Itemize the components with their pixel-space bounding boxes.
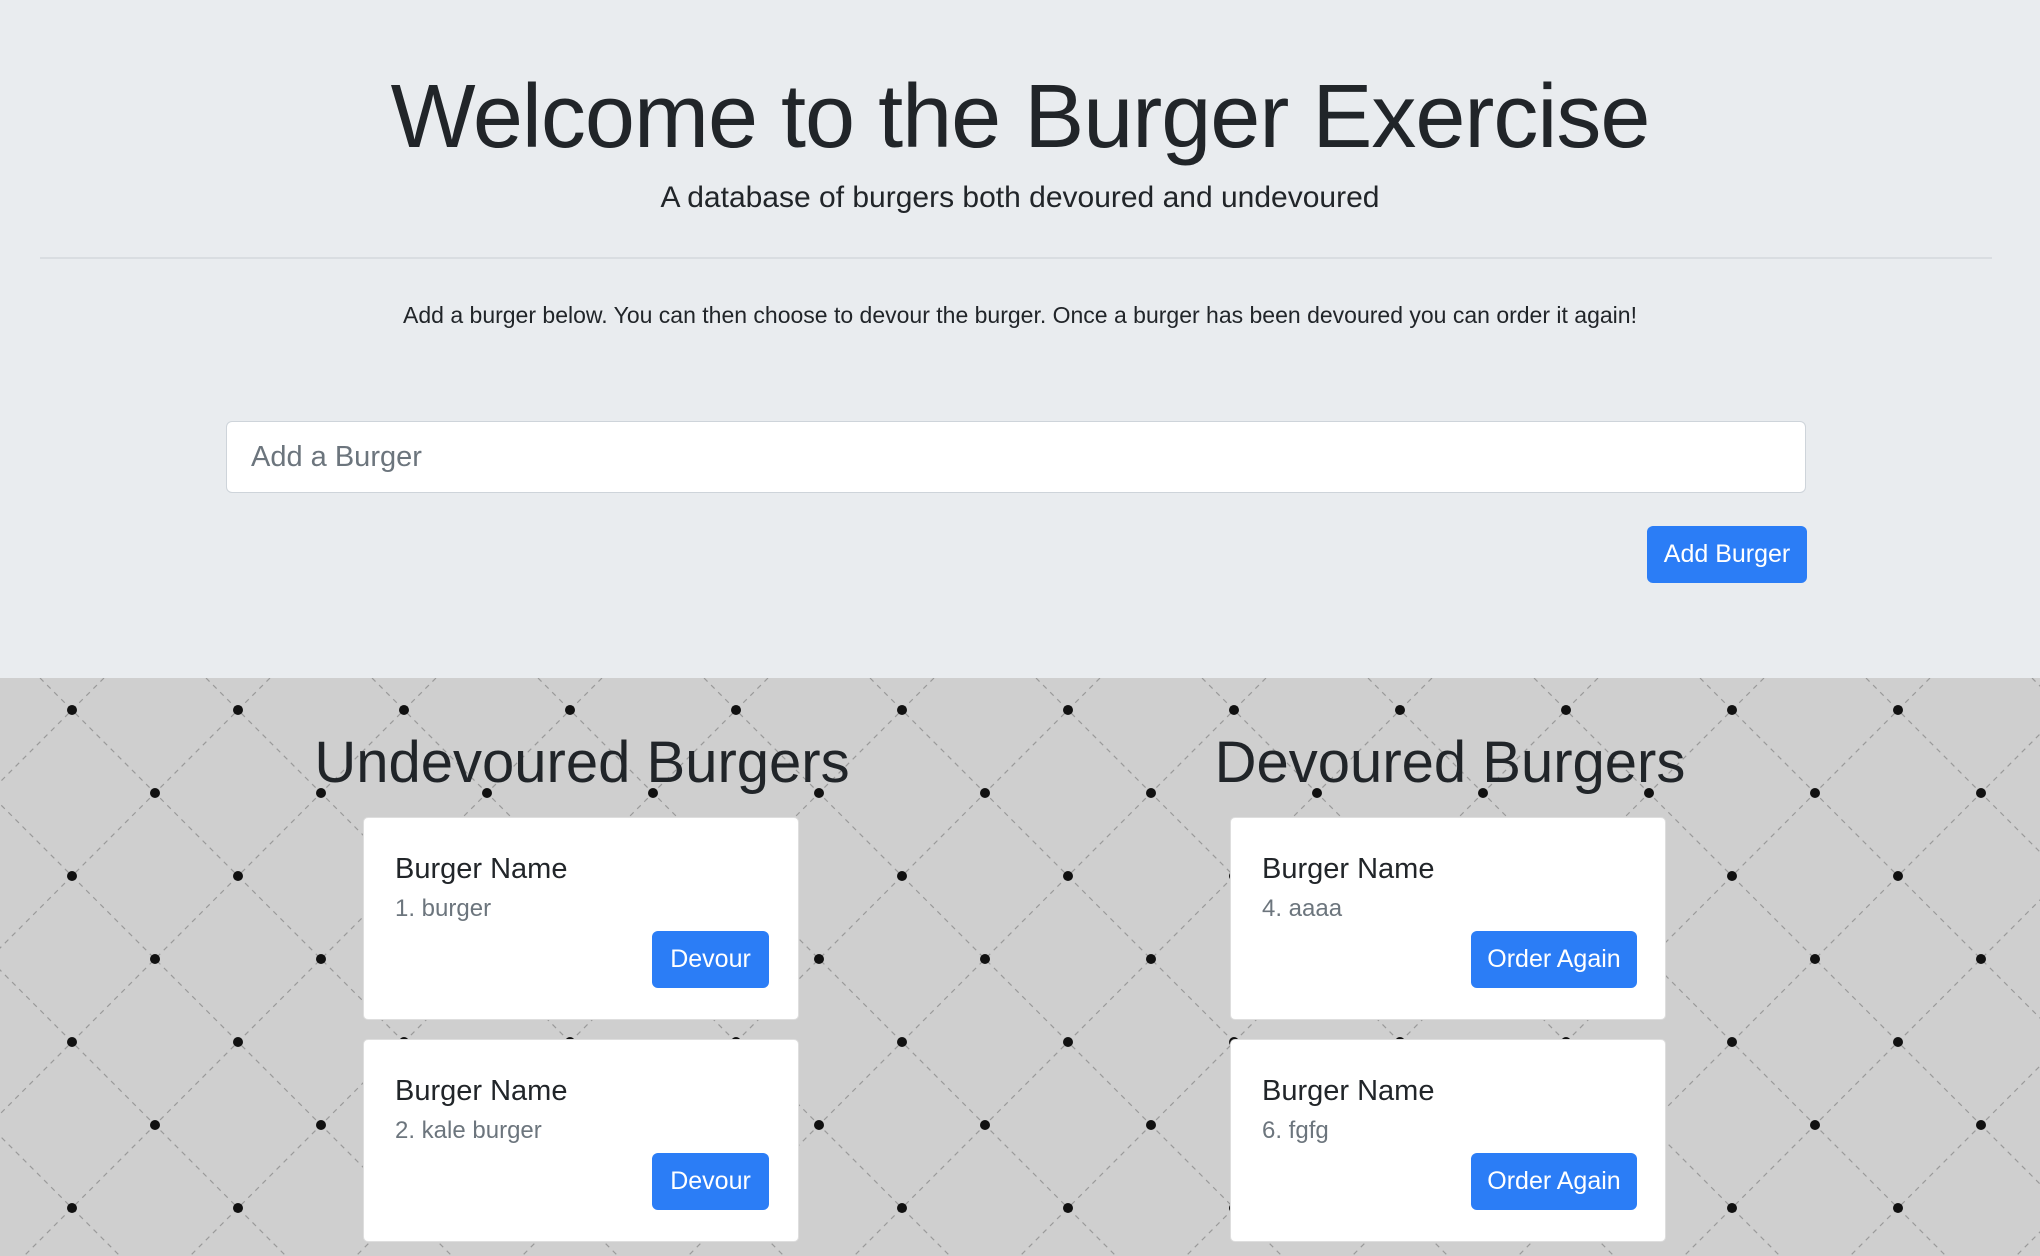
pattern-dot	[1893, 1203, 1903, 1213]
pattern-line	[0, 678, 105, 783]
burger-name-input[interactable]	[226, 421, 1806, 493]
pattern-dot	[980, 954, 990, 964]
page-subtitle: A database of burgers both devoured and …	[660, 181, 1380, 214]
pattern-dot	[150, 954, 160, 964]
pattern-dot	[1063, 1203, 1073, 1213]
pattern-dot	[1395, 705, 1405, 715]
pattern-dot	[233, 1203, 243, 1213]
pattern-dot	[67, 871, 77, 881]
card-title: Burger Name	[1262, 1075, 1435, 1107]
order-again-button[interactable]: Order Again	[1471, 1153, 1637, 1210]
pattern-dot	[1229, 705, 1239, 715]
pattern-line	[2015, 1231, 2040, 1256]
undevoured-heading: Undevoured Burgers	[314, 730, 850, 795]
burger-name: 6. fgfg	[1262, 1117, 1329, 1144]
pattern-dot	[233, 1037, 243, 1047]
pattern-dot	[1063, 705, 1073, 715]
devoured-heading: Devoured Burgers	[1214, 730, 1686, 795]
pattern-dot	[1727, 871, 1737, 881]
undevoured-burger-card: Burger Name 2. kale burger Devour	[363, 1039, 799, 1242]
pattern-dot	[1976, 1120, 1986, 1130]
card-title: Burger Name	[395, 853, 568, 885]
pattern-dot	[1727, 1203, 1737, 1213]
pattern-dot	[1727, 705, 1737, 715]
pattern-dot	[150, 1120, 160, 1130]
pattern-dot	[1976, 788, 1986, 798]
burger-name: 2. kale burger	[395, 1117, 542, 1144]
pattern-dot	[897, 1037, 907, 1047]
devour-button[interactable]: Devour	[652, 931, 769, 988]
pattern-dot	[1976, 954, 1986, 964]
pattern-line	[2031, 678, 2040, 687]
pattern-dot	[1727, 1037, 1737, 1047]
pattern-dot	[67, 1037, 77, 1047]
devoured-burger-card: Burger Name 4. aaaa Order Again	[1230, 817, 1666, 1020]
pattern-dot	[1146, 1120, 1156, 1130]
card-title: Burger Name	[1262, 853, 1435, 885]
pattern-dot	[1561, 705, 1571, 715]
pattern-dot	[980, 788, 990, 798]
devour-button[interactable]: Devour	[652, 1153, 769, 1210]
pattern-dot	[1063, 1037, 1073, 1047]
add-burger-button[interactable]: Add Burger	[1647, 526, 1807, 583]
pattern-dot	[67, 1203, 77, 1213]
page-title: Welcome to the Burger Exercise	[390, 67, 1651, 167]
order-again-button[interactable]: Order Again	[1471, 931, 1637, 988]
pattern-dot	[150, 788, 160, 798]
devoured-burger-card: Burger Name 6. fgfg Order Again	[1230, 1039, 1666, 1242]
jumbotron: Welcome to the Burger Exercise A databas…	[0, 0, 2040, 678]
pattern-dot	[897, 871, 907, 881]
pattern-dot	[897, 705, 907, 715]
pattern-dot	[814, 954, 824, 964]
pattern-dot	[1810, 788, 1820, 798]
pattern-dot	[67, 705, 77, 715]
pattern-dot	[316, 954, 326, 964]
burger-name: 1. burger	[395, 895, 492, 922]
pattern-dot	[1893, 1037, 1903, 1047]
card-title: Burger Name	[395, 1075, 568, 1107]
pattern-dot	[233, 871, 243, 881]
pattern-dot	[1146, 954, 1156, 964]
pattern-line	[1849, 1065, 2040, 1256]
burger-name: 4. aaaa	[1262, 895, 1343, 922]
pattern-dot	[814, 1120, 824, 1130]
pattern-dot	[1810, 1120, 1820, 1130]
pattern-dot	[233, 705, 243, 715]
pattern-dot	[897, 1203, 907, 1213]
undevoured-burger-card: Burger Name 1. burger Devour	[363, 817, 799, 1020]
instructions-text: Add a burger below. You can then choose …	[403, 302, 1637, 328]
pattern-dot	[1810, 954, 1820, 964]
pattern-dot	[1063, 871, 1073, 881]
pattern-dot	[731, 705, 741, 715]
pattern-dot	[1893, 871, 1903, 881]
pattern-dot	[565, 705, 575, 715]
pattern-dot	[1893, 705, 1903, 715]
pattern-dot	[980, 1120, 990, 1130]
pattern-dot	[399, 705, 409, 715]
pattern-line	[1865, 678, 2040, 853]
divider	[40, 257, 1992, 259]
pattern-dot	[316, 1120, 326, 1130]
